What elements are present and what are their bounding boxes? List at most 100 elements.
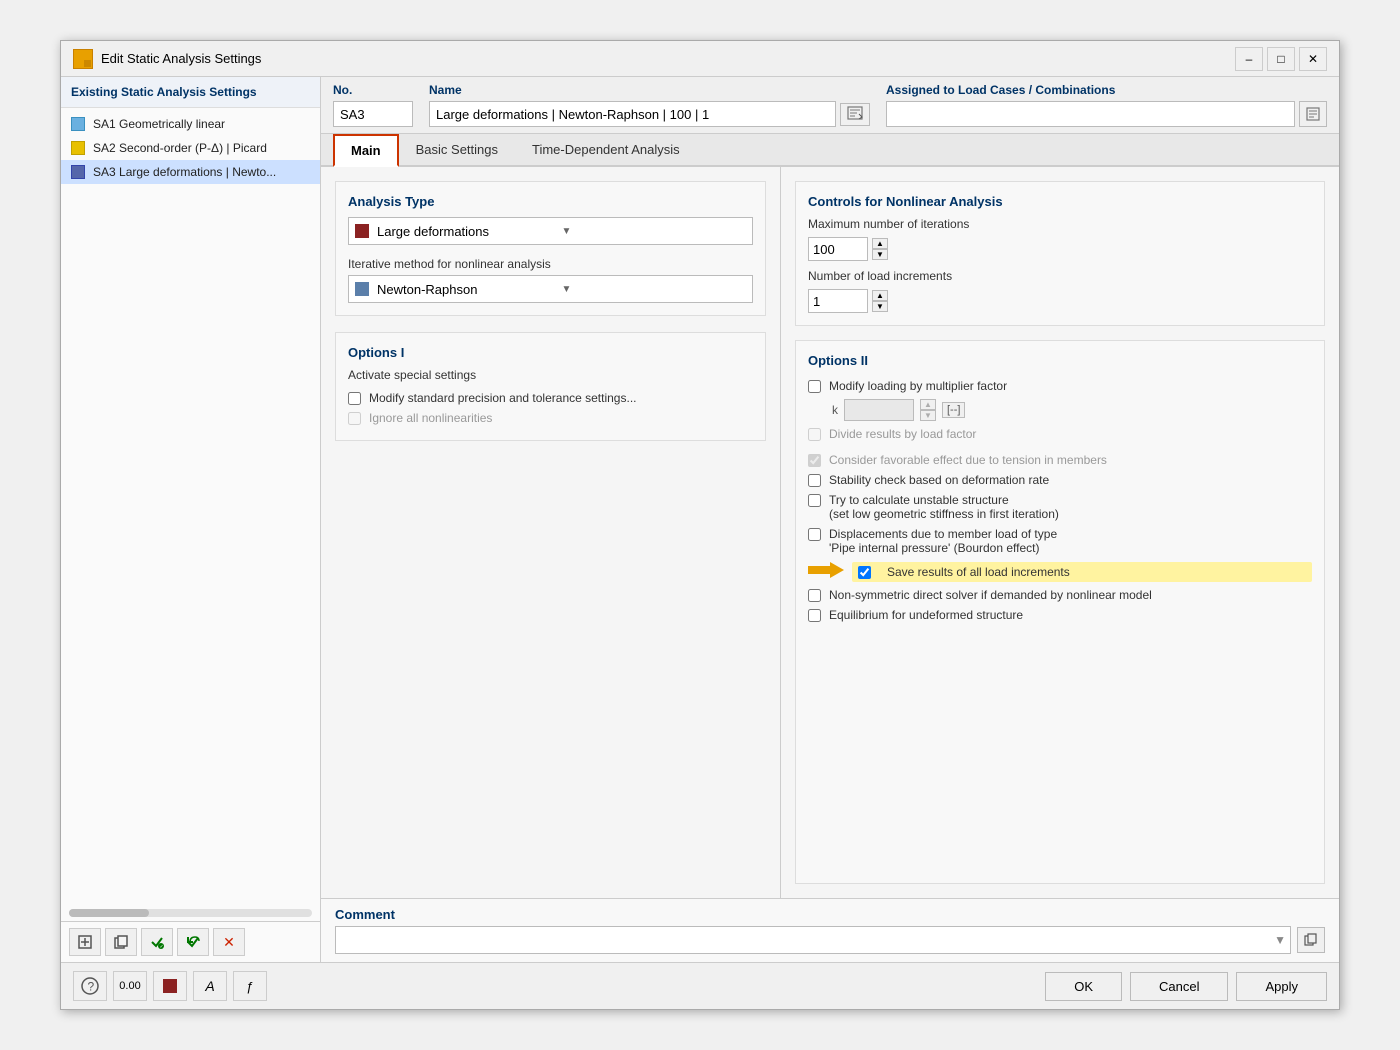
modify-loading-label: Modify loading by multiplier factor [829,379,1007,393]
iterative-color [355,282,369,296]
sa1-color-icon [71,117,85,131]
consider-favorable-row: Consider favorable effect due to tension… [808,450,1312,470]
check-button[interactable]: ✓ [141,928,173,956]
minimize-button[interactable]: – [1235,47,1263,71]
try-unstable-checkbox[interactable] [808,494,821,507]
tab-basic[interactable]: Basic Settings [399,134,515,167]
consider-favorable-label: Consider favorable effect due to tension… [829,453,1107,467]
name-input[interactable] [429,101,836,127]
comment-title: Comment [335,907,1325,922]
max-iter-input[interactable] [808,237,868,261]
displacements-checkbox[interactable] [808,528,821,541]
consider-favorable-checkbox[interactable] [808,454,821,467]
help-button[interactable]: ? [73,971,107,1001]
undo-button[interactable] [177,928,209,956]
comment-dropdown-arrow: ▼ [1270,933,1290,947]
tab-time[interactable]: Time-Dependent Analysis [515,134,697,167]
edit-name-button[interactable] [840,103,870,126]
tab-main[interactable]: Main [333,134,399,167]
modify-loading-checkbox[interactable] [808,380,821,393]
iterative-dropdown[interactable]: Newton-Raphson ▼ [348,275,753,303]
no-label: No. [333,83,413,97]
max-iter-spinners: ▲ ▼ [872,238,888,260]
k-label: k [832,403,838,417]
k-up[interactable]: ▲ [920,399,936,410]
right-panel: No. Name Assigned to Load Cases / Combin… [321,77,1339,962]
title-bar-left: Edit Static Analysis Settings [73,49,261,69]
k-input[interactable] [844,399,914,421]
title-bar-controls: – □ ✕ [1235,47,1327,71]
function-button[interactable]: ƒ [233,971,267,1001]
load-inc-label: Number of load increments [808,269,1312,283]
non-symmetric-row: Non-symmetric direct solver if demanded … [808,585,1312,605]
k-row: k ▲ ▼ [--] [808,399,1312,421]
ok-button[interactable]: OK [1045,972,1122,1001]
iterative-arrow-icon: ▼ [562,284,747,295]
no-section: No. [333,83,413,127]
zero-button[interactable]: 0.00 [113,971,147,1001]
color-button[interactable] [153,971,187,1001]
sidebar-item-sa3[interactable]: SA3 Large deformations | Newto... [61,160,320,184]
app-icon [73,49,93,69]
k-down[interactable]: ▼ [920,410,936,421]
modify-loading-row: Modify loading by multiplier factor [808,376,1312,396]
max-iter-label: Maximum number of iterations [808,217,1312,231]
sidebar-item-sa2-label: SA2 Second-order (P-Δ) | Picard [93,141,267,155]
sa2-color-icon [71,141,85,155]
stability-row: Stability check based on deformation rat… [808,470,1312,490]
analysis-type-dropdown[interactable]: Large deformations ▼ [348,217,753,245]
sidebar-footer: ✓ ✕ [61,921,320,962]
comment-copy-button[interactable] [1297,927,1325,953]
sidebar-item-sa1[interactable]: SA1 Geometrically linear [61,112,320,136]
delete-button[interactable]: ✕ [213,928,245,956]
precision-checkbox[interactable] [348,392,361,405]
svg-text:✓: ✓ [160,944,164,950]
comment-section: Comment ▼ [321,898,1339,962]
name-section: Name [429,83,870,127]
non-symmetric-label: Non-symmetric direct solver if demanded … [829,588,1152,602]
stability-checkbox[interactable] [808,474,821,487]
equilibrium-checkbox[interactable] [808,609,821,622]
assign-label: Assigned to Load Cases / Combinations [886,83,1327,97]
divide-results-row: Divide results by load factor [808,424,1312,444]
sidebar-scrollbar-thumb [69,909,149,917]
title-bar: Edit Static Analysis Settings – □ ✕ [61,41,1339,77]
font-button[interactable]: A [193,971,227,1001]
load-inc-spinners: ▲ ▼ [872,290,888,312]
no-input[interactable] [333,101,413,127]
load-inc-up[interactable]: ▲ [872,290,888,301]
comment-input-container: ▼ [335,926,1291,954]
load-inc-input[interactable] [808,289,868,313]
sidebar-items: SA1 Geometrically linear SA2 Second-orde… [61,108,320,905]
cancel-button[interactable]: Cancel [1130,972,1228,1001]
maximize-button[interactable]: □ [1267,47,1295,71]
non-symmetric-checkbox[interactable] [808,589,821,602]
apply-button[interactable]: Apply [1236,972,1327,1001]
save-results-container: Save results of all load increments [808,560,1312,583]
load-inc-down[interactable]: ▼ [872,301,888,312]
max-iter-down[interactable]: ▼ [872,249,888,260]
save-results-checkbox[interactable] [858,566,871,579]
sidebar-item-sa2[interactable]: SA2 Second-order (P-Δ) | Picard [61,136,320,160]
k-unit: [--] [942,402,965,418]
save-results-label: Save results of all load increments [887,565,1070,579]
max-iter-up[interactable]: ▲ [872,238,888,249]
comment-input[interactable] [336,927,1270,953]
iterative-value: Newton-Raphson [377,282,562,297]
sidebar-scrollbar[interactable] [69,909,312,917]
assign-input[interactable] [886,101,1295,127]
arrow-icon [808,560,844,583]
divide-results-checkbox[interactable] [808,428,821,441]
activate-label: Activate special settings [348,368,753,382]
displacements-row: Displacements due to member load of type… [808,524,1312,558]
action-buttons: OK Cancel Apply [1045,972,1327,1001]
nonlinear-checkbox[interactable] [348,412,361,425]
options-i-title: Options I [348,345,753,360]
k-spinners: ▲ ▼ [920,399,936,421]
assign-button[interactable] [1299,101,1327,127]
close-button[interactable]: ✕ [1299,47,1327,71]
add-button[interactable] [69,928,101,956]
copy-button[interactable] [105,928,137,956]
assign-section: Assigned to Load Cases / Combinations [886,83,1327,127]
precision-row: Modify standard precision and tolerance … [348,388,753,408]
